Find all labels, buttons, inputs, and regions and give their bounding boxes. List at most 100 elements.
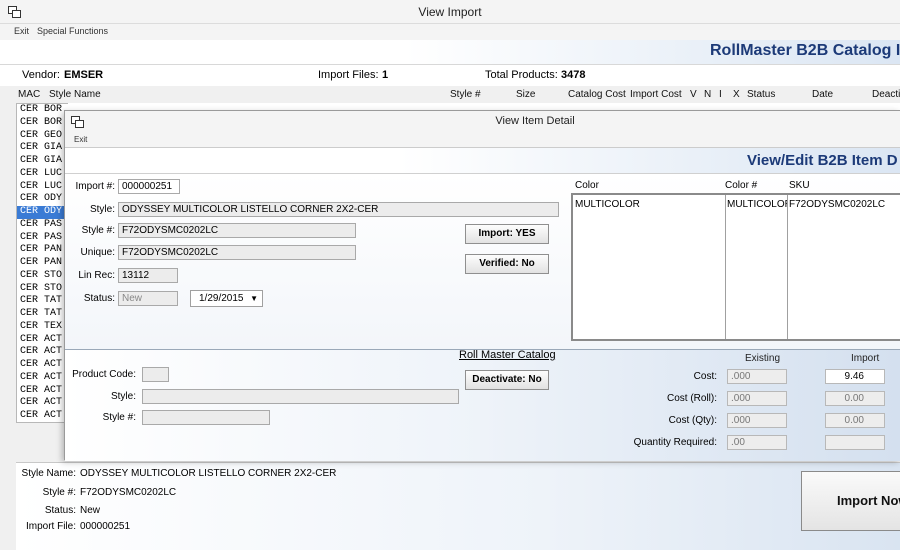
col-header-date[interactable]: Date	[812, 89, 833, 100]
list-item[interactable]: CER PAN	[17, 257, 68, 270]
qty-required-label: Quantity Required:	[633, 437, 717, 448]
list-item[interactable]: CER ODY	[17, 206, 68, 219]
view-item-detail-window: View Item Detail Exit View/Edit B2B Item…	[64, 110, 900, 461]
rollmaster-catalog-section: Product Code: Style: Style #: Deactivate…	[65, 349, 900, 461]
col-header-mac[interactable]: MAC	[18, 89, 40, 100]
unique-label: Unique:	[80, 247, 115, 258]
col-header-style-num[interactable]: Style #	[450, 89, 481, 100]
sku-cell[interactable]: F72ODYSMC0202LC	[789, 199, 900, 210]
col-header-status[interactable]: Status	[747, 89, 775, 100]
list-item[interactable]: CER BOR	[17, 104, 68, 117]
col-header-x[interactable]: X	[733, 89, 740, 100]
style-num-field[interactable]: F72ODYSMC0202LC	[118, 223, 356, 238]
product-code-field[interactable]	[142, 367, 169, 382]
col-header-style-name[interactable]: Style Name	[49, 89, 101, 100]
list-item[interactable]: CER STO	[17, 283, 68, 296]
list-item[interactable]: CER PAS	[17, 232, 68, 245]
col-header-deactivate[interactable]: Deacti	[872, 89, 900, 100]
lin-rec-label: Lin Rec:	[78, 270, 115, 281]
verified-no-button[interactable]: Verified: No	[465, 254, 549, 274]
list-item[interactable]: CER ODY	[17, 193, 68, 206]
sku-col-header: SKU	[789, 180, 810, 191]
rollmaster-catalog-title: Roll Master Catalog	[459, 349, 556, 361]
list-item[interactable]: CER ACT	[17, 346, 68, 359]
summary-import-file-value: 000000251	[80, 521, 131, 532]
list-item[interactable]: CER STO	[17, 270, 68, 283]
summary-status-label: Status:	[44, 505, 76, 516]
import-cost-qty-field[interactable]: 0.00	[825, 413, 885, 428]
existing-cost-qty-field[interactable]: .000	[727, 413, 787, 428]
deactivate-no-button[interactable]: Deactivate: No	[465, 370, 549, 390]
list-item[interactable]: CER ACT	[17, 385, 68, 398]
cost-roll-label: Cost (Roll):	[666, 393, 717, 404]
col-header-v[interactable]: V	[690, 89, 697, 100]
status-field[interactable]: New	[118, 291, 178, 306]
catalog-style-label: Style:	[110, 391, 136, 402]
vendor-value: EMSER	[64, 69, 104, 81]
list-item[interactable]: CER LUC	[17, 181, 68, 194]
color-cell[interactable]: MULTICOLOR	[575, 199, 723, 210]
list-item[interactable]: CER ACT	[17, 410, 68, 423]
list-item[interactable]: CER PAS	[17, 219, 68, 232]
menu-special-functions[interactable]: Special Functions	[37, 26, 108, 36]
col-header-n[interactable]: N	[704, 89, 711, 100]
col-header-i[interactable]: I	[719, 89, 722, 100]
lin-rec-field[interactable]: 13112	[118, 268, 178, 283]
style-field[interactable]: ODYSSEY MULTICOLOR LISTELLO CORNER 2X2-C…	[118, 202, 559, 217]
outer-banner: RollMaster B2B Catalog Ir	[0, 40, 900, 64]
list-item[interactable]: CER PAN	[17, 244, 68, 257]
list-item[interactable]: CER GIA	[17, 142, 68, 155]
list-item[interactable]: CER LUC	[17, 168, 68, 181]
list-item[interactable]: CER GEO	[17, 130, 68, 143]
catalog-style-num-field[interactable]	[142, 410, 270, 425]
import-qty-field[interactable]	[825, 435, 885, 450]
import-num-field[interactable]: 000000251	[118, 179, 180, 194]
total-products-label: Total Products:	[485, 69, 558, 81]
list-item[interactable]: CER GIA	[17, 155, 68, 168]
import-now-button[interactable]: Import Now	[801, 471, 900, 531]
inner-titlebar: View Item Detail	[65, 111, 900, 133]
status-label: Status:	[83, 293, 115, 304]
catalog-style-field[interactable]	[142, 389, 459, 404]
import-yes-button[interactable]: Import: YES	[465, 224, 549, 244]
list-item[interactable]: CER BOR	[17, 117, 68, 130]
inner-menubar: Exit	[65, 133, 900, 147]
outer-titlebar: View Import	[0, 0, 900, 24]
import-files-value: 1	[382, 69, 389, 81]
grid-divider	[787, 195, 788, 339]
import-cost-roll-field[interactable]: 0.00	[825, 391, 885, 406]
import-item-list[interactable]: CER BOR CER BOR CER GEO CER GIA CER GIA CER L…	[16, 103, 68, 423]
date-dropdown[interactable]: 1/29/2015 ▼	[190, 290, 263, 307]
total-products-value: 3478	[561, 69, 586, 81]
col-header-import-cost[interactable]: Import Cost	[630, 89, 682, 100]
catalog-style-num-label: Style #:	[102, 412, 136, 423]
date-value: 1/29/2015	[199, 293, 244, 304]
summary-style-name-value: ODYSSEY MULTICOLOR LISTELLO CORNER 2X2-C…	[80, 468, 337, 479]
color-num-col-header: Color #	[725, 180, 758, 191]
color-sku-grid[interactable]: MULTICOLOR MULTICOLOR F72ODYSMC0202LC	[571, 193, 900, 341]
summary-style-num-value: F72ODYSMC0202LC	[80, 487, 177, 498]
existing-cost-roll-field[interactable]: .000	[727, 391, 787, 406]
color-num-cell[interactable]: MULTICOLOR	[727, 199, 787, 210]
outer-banner-title: RollMaster B2B Catalog Ir	[710, 42, 900, 59]
list-item[interactable]: CER ACT	[17, 334, 68, 347]
summary-status-value: New	[80, 505, 101, 516]
list-item[interactable]: CER TAT	[17, 308, 68, 321]
col-header-catalog-cost[interactable]: Catalog Cost	[568, 89, 626, 100]
list-item[interactable]: CER ACT	[17, 397, 68, 410]
chevron-down-icon: ▼	[250, 294, 258, 303]
inner-menu-exit[interactable]: Exit	[74, 135, 87, 144]
menu-exit[interactable]: Exit	[14, 26, 29, 36]
list-item[interactable]: CER TEX	[17, 321, 68, 334]
list-item[interactable]: CER ACT	[17, 372, 68, 385]
list-item[interactable]: CER TAT	[17, 295, 68, 308]
import-col-label: Import	[851, 353, 880, 364]
list-item[interactable]: CER ACT	[17, 359, 68, 372]
existing-qty-field[interactable]: .00	[727, 435, 787, 450]
existing-cost-field[interactable]: .000	[727, 369, 787, 384]
unique-field[interactable]: F72ODYSMC0202LC	[118, 245, 356, 260]
col-header-size[interactable]: Size	[516, 89, 535, 100]
vendor-summary-row: Vendor: EMSER Import Files: 1 Total Prod…	[0, 64, 900, 86]
grid-divider	[725, 195, 726, 339]
import-cost-field[interactable]: 9.46	[825, 369, 885, 384]
